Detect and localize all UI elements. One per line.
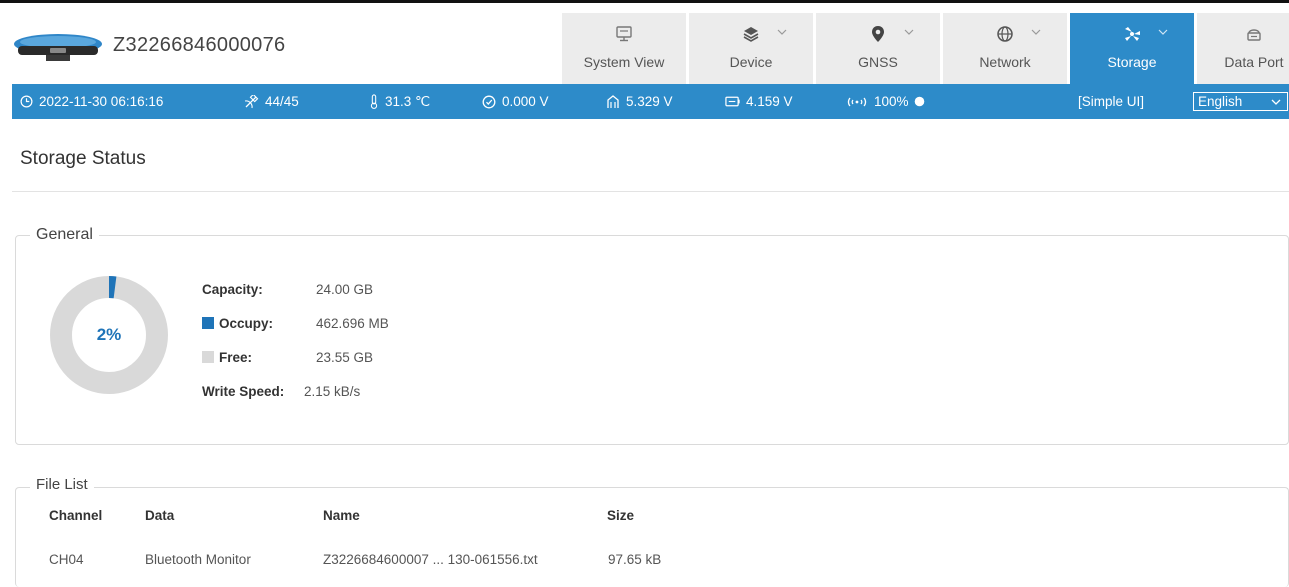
column-header-channel[interactable]: Channel	[49, 508, 102, 523]
cell-name[interactable]: Z3226684600007 ... 130-061556.txt	[323, 552, 538, 567]
free-value: 23.55 GB	[316, 350, 373, 365]
tab-storage[interactable]: Storage	[1070, 13, 1194, 84]
tab-label: Storage	[1107, 54, 1156, 70]
general-legend: General	[30, 226, 99, 244]
status-datetime: 2022-11-30 06:16:16	[20, 84, 163, 119]
location-pin-icon	[867, 23, 889, 45]
write-speed-value: 2.15 kB/s	[304, 384, 360, 399]
storage-icon	[1121, 23, 1143, 45]
tab-label: Data Port	[1224, 54, 1283, 70]
layers-icon	[740, 23, 762, 45]
power-plug-icon	[606, 95, 620, 109]
signal-icon	[846, 96, 868, 108]
chevron-down-icon	[777, 27, 787, 37]
file-list-legend: File List	[30, 476, 94, 493]
receiver-logo-icon	[12, 31, 104, 65]
main-nav-tabs: System View Device GNSS Network	[562, 13, 1289, 84]
port-icon	[1243, 23, 1265, 45]
cell-channel: CH04	[49, 552, 84, 567]
status-voltage-3: 4.159 V	[725, 84, 793, 119]
cell-size: 97.65 kB	[608, 552, 661, 567]
clock-icon	[20, 95, 33, 108]
free-label: Free:	[219, 350, 252, 365]
chevron-down-icon	[1271, 97, 1281, 107]
occupy-value: 462.696 MB	[316, 316, 389, 331]
column-header-name[interactable]: Name	[323, 508, 360, 523]
occupy-swatch	[202, 317, 214, 329]
globe-icon	[994, 23, 1016, 45]
app-header: Z32266846000076 System View Device GNSS	[0, 3, 1289, 84]
chevron-down-icon	[1158, 27, 1168, 37]
status-voltage-2: 5.329 V	[606, 84, 673, 119]
column-header-data[interactable]: Data	[145, 508, 174, 523]
file-list-group	[15, 487, 1289, 587]
device-serial-number: Z32266846000076	[113, 34, 285, 57]
chevron-down-icon	[1031, 27, 1041, 37]
satellite-icon	[244, 95, 259, 109]
thermometer-icon	[369, 94, 379, 109]
datetime-value: 2022-11-30 06:16:16	[39, 94, 163, 109]
general-group	[15, 235, 1289, 445]
status-bar: 2022-11-30 06:16:16 44/45 31.3 ℃ 0.000 V…	[12, 84, 1289, 119]
usage-percent-label: 2%	[47, 325, 171, 345]
tab-device[interactable]: Device	[689, 13, 813, 84]
language-select[interactable]: English	[1193, 92, 1288, 111]
signal-value: 100%	[874, 94, 909, 109]
chevron-down-icon	[904, 27, 914, 37]
cell-data: Bluetooth Monitor	[145, 552, 251, 567]
satellites-value: 44/45	[265, 94, 299, 109]
occupy-label: Occupy:	[219, 316, 273, 331]
simple-ui-link[interactable]: [Simple UI]	[1078, 84, 1144, 119]
tab-label: Network	[979, 54, 1030, 70]
capacity-value: 24.00 GB	[316, 282, 373, 297]
tab-gnss[interactable]: GNSS	[816, 13, 940, 84]
tab-label: System View	[584, 54, 665, 70]
monitor-icon	[613, 23, 635, 45]
status-dot-icon	[914, 96, 925, 107]
battery-icon	[725, 95, 740, 108]
tab-system-view[interactable]: System View	[562, 13, 686, 84]
tab-label: Device	[730, 54, 773, 70]
status-satellites: 44/45	[244, 84, 299, 119]
tab-data-port[interactable]: Data Port	[1197, 13, 1289, 84]
column-header-size[interactable]: Size	[607, 508, 634, 523]
status-temperature: 31.3 ℃	[369, 84, 430, 119]
status-signal: 100%	[846, 84, 925, 119]
voltage-2-value: 5.329 V	[626, 94, 673, 109]
capacity-label: Capacity:	[202, 282, 263, 297]
voltage-1-value: 0.000 V	[502, 94, 549, 109]
write-speed-label: Write Speed:	[202, 384, 284, 399]
free-swatch	[202, 351, 214, 363]
temperature-value: 31.3 ℃	[385, 94, 430, 110]
voltage-3-value: 4.159 V	[746, 94, 793, 109]
page-title: Storage Status	[20, 148, 146, 170]
tab-label: GNSS	[858, 54, 898, 70]
language-value: English	[1198, 94, 1242, 109]
status-voltage-1: 0.000 V	[482, 84, 549, 119]
divider	[12, 191, 1289, 192]
gauge-icon	[482, 95, 496, 109]
tab-network[interactable]: Network	[943, 13, 1067, 84]
